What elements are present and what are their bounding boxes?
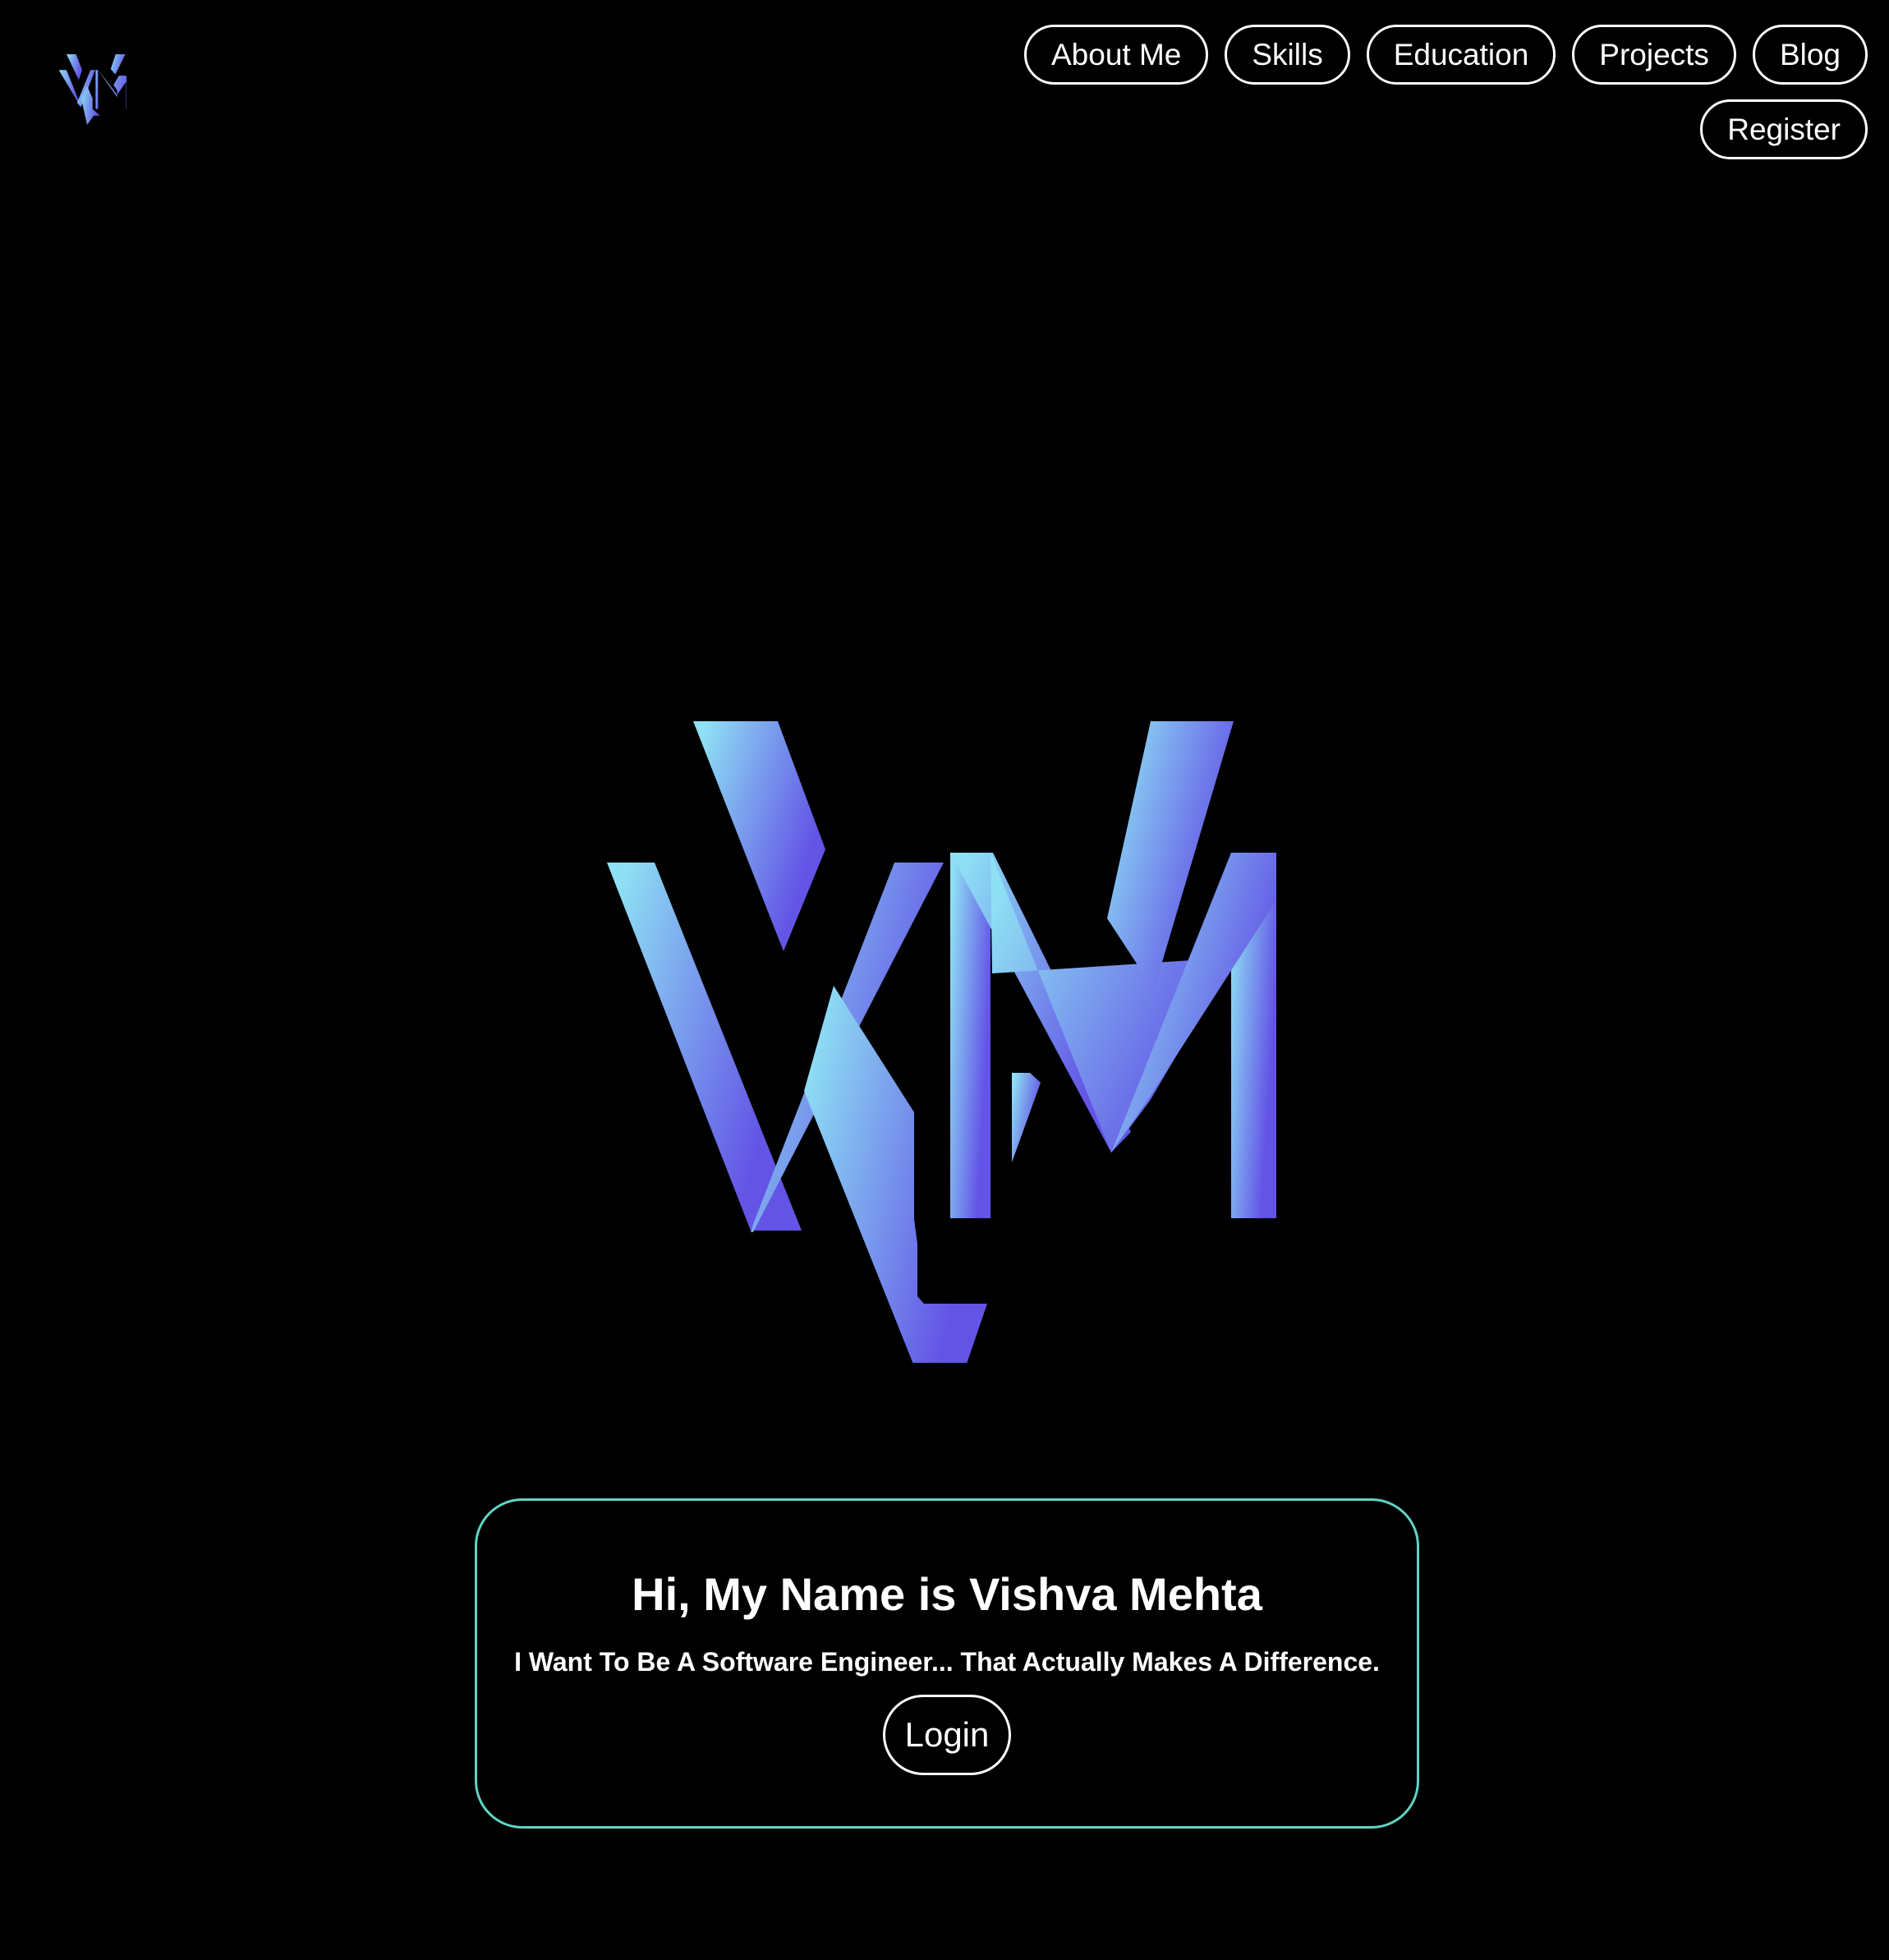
nav-register[interactable]: Register	[1700, 99, 1868, 159]
top-nav: About Me Skills Education Projects Blog …	[964, 25, 1868, 159]
nav-education[interactable]: Education	[1366, 25, 1556, 85]
login-button[interactable]: Login	[882, 1695, 1012, 1775]
header-logo[interactable]	[53, 54, 131, 125]
intro-card: Hi, My Name is Vishva Mehta I Want To Be…	[475, 1498, 1419, 1829]
intro-tagline: I Want To Be A Software Engineer... That…	[514, 1647, 1380, 1677]
vm-monogram-icon	[607, 721, 1276, 1436]
nav-skills[interactable]: Skills	[1225, 25, 1350, 85]
page: About Me Skills Education Projects Blog …	[0, 0, 1889, 1960]
nav-blog[interactable]: Blog	[1752, 25, 1868, 85]
hero-logo	[607, 721, 1279, 1436]
intro-title: Hi, My Name is Vishva Mehta	[632, 1568, 1262, 1620]
vm-logo-icon	[58, 54, 131, 125]
nav-projects[interactable]: Projects	[1572, 25, 1736, 85]
nav-about-me[interactable]: About Me	[1023, 25, 1209, 85]
